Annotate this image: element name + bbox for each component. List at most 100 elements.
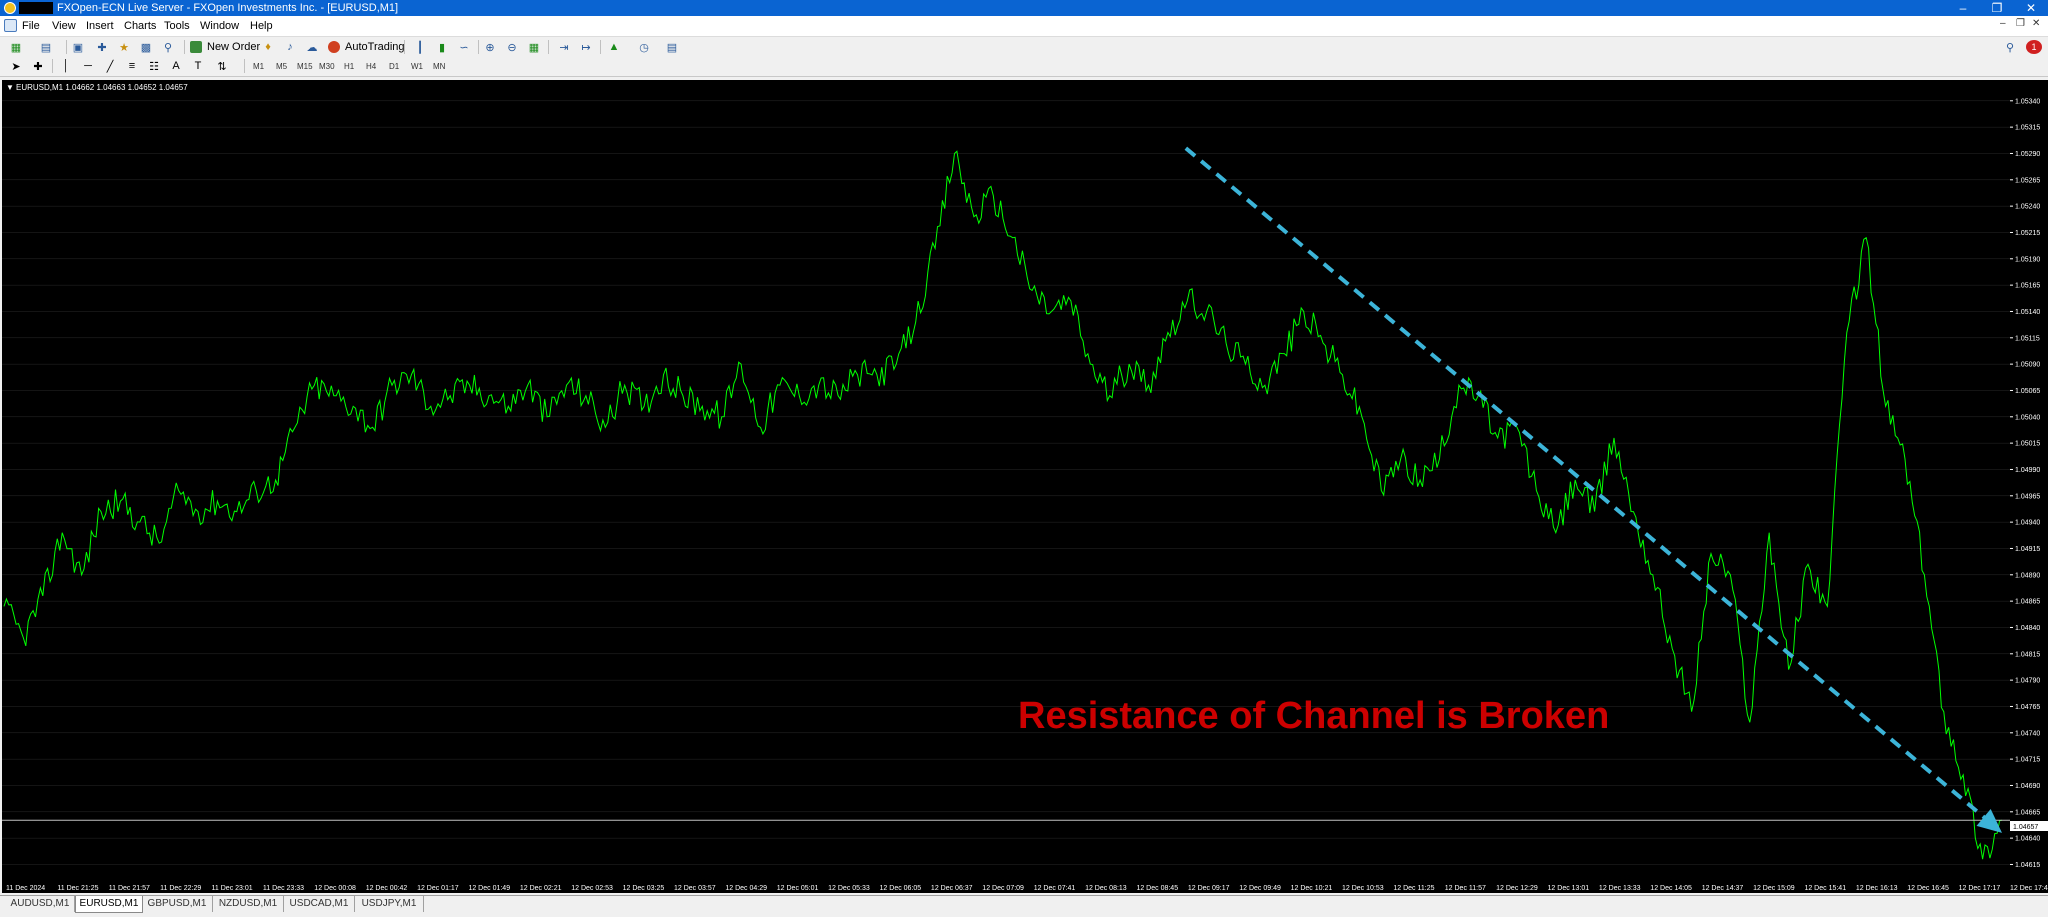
text-label-icon[interactable]: T bbox=[190, 59, 206, 73]
trendline-icon[interactable]: ╱ bbox=[102, 59, 118, 73]
drawing-toolbar: ➤ ✚ │ ─ ╱ ≡ ☷ A T ⇅ M1 M5 M15 M30 H1 H4 … bbox=[0, 58, 2048, 77]
tile-windows-icon[interactable]: ▦ bbox=[526, 40, 542, 54]
auto-scroll-icon[interactable]: ⇥ bbox=[556, 40, 572, 54]
timeframe-h4[interactable]: H4 bbox=[366, 61, 376, 73]
time-tick-label: 12 Dec 07:09 bbox=[982, 885, 1024, 892]
tab-usdjpy[interactable]: USDJPY,M1 bbox=[355, 896, 424, 912]
price-tick-label: 1.04940 bbox=[2015, 520, 2040, 527]
tab-nzdusd[interactable]: NZDUSD,M1 bbox=[213, 896, 284, 912]
timeframe-m1[interactable]: M1 bbox=[253, 61, 264, 73]
notifications-badge[interactable]: 1 bbox=[2026, 40, 2042, 54]
price-tick-label: 1.04690 bbox=[2015, 783, 2040, 790]
timeframe-m30[interactable]: M30 bbox=[319, 61, 335, 73]
zoom-in-icon[interactable]: ⊕ bbox=[482, 40, 498, 54]
menu-charts[interactable]: Charts bbox=[124, 19, 156, 33]
templates-icon[interactable]: ▤ bbox=[664, 40, 680, 54]
search-icon[interactable]: ⚲ bbox=[2002, 40, 2018, 54]
periods-icon[interactable]: ◷ bbox=[636, 40, 652, 54]
fibonacci-icon[interactable]: ☷ bbox=[146, 59, 162, 73]
text-icon[interactable]: A bbox=[168, 59, 184, 73]
time-tick-label: 12 Dec 00:42 bbox=[366, 885, 408, 892]
timeframe-mn[interactable]: MN bbox=[433, 61, 445, 73]
new-order-button[interactable]: New Order bbox=[190, 39, 260, 55]
separator bbox=[548, 40, 549, 54]
separator bbox=[66, 40, 67, 54]
menu-help[interactable]: Help bbox=[250, 19, 273, 33]
time-tick-label: 12 Dec 17:49 bbox=[2010, 885, 2048, 892]
menu-window[interactable]: Window bbox=[200, 19, 239, 33]
menu-insert[interactable]: Insert bbox=[86, 19, 114, 33]
tab-usdcad[interactable]: USDCAD,M1 bbox=[284, 896, 355, 912]
zoom-out-icon[interactable]: ⊖ bbox=[504, 40, 520, 54]
bar-chart-icon[interactable]: ┃ bbox=[412, 40, 428, 54]
time-axis: 11 Dec 2024 11 Dec 21:25 11 Dec 21:57 11 De… bbox=[2, 880, 2048, 893]
mdi-close-button[interactable]: ✕ bbox=[2032, 18, 2040, 29]
indicators-icon[interactable]: ▲ bbox=[606, 40, 622, 54]
price-tick-label: 1.04740 bbox=[2015, 730, 2040, 737]
timeframe-h1[interactable]: H1 bbox=[344, 61, 354, 73]
menu-tools[interactable]: Tools bbox=[164, 19, 190, 33]
cursor-icon[interactable]: ➤ bbox=[8, 59, 24, 73]
market-watch-icon[interactable]: ▣ bbox=[70, 40, 86, 54]
terminal-icon[interactable]: ▩ bbox=[138, 40, 154, 54]
line-chart-icon[interactable]: ∽ bbox=[456, 40, 472, 54]
arrows-icon[interactable]: ⇅ bbox=[214, 59, 230, 73]
timeframe-w1[interactable]: W1 bbox=[411, 61, 423, 73]
time-tick-label: 12 Dec 15:41 bbox=[1804, 885, 1846, 892]
navigator-icon[interactable]: ★ bbox=[116, 40, 132, 54]
new-chart-icon[interactable]: ▦ bbox=[8, 40, 24, 54]
timeframe-m15[interactable]: M15 bbox=[297, 61, 313, 73]
menu-view[interactable]: View bbox=[52, 19, 76, 33]
minimize-button[interactable]: – bbox=[1946, 0, 1980, 16]
candlestick-icon[interactable]: ▮ bbox=[434, 40, 450, 54]
profiles-icon[interactable]: ▤ bbox=[38, 40, 54, 54]
crosshair-icon[interactable]: ✚ bbox=[30, 59, 46, 73]
time-tick-label: 12 Dec 13:33 bbox=[1599, 885, 1641, 892]
price-chart[interactable]: ▼ EURUSD,M1 1.04662 1.04663 1.04652 1.04… bbox=[2, 80, 2010, 880]
strategy-tester-icon[interactable]: ⚲ bbox=[160, 40, 176, 54]
autotrading-button[interactable]: AutoTrading bbox=[328, 39, 405, 55]
grid bbox=[2, 100, 2010, 865]
price-tick-label: 1.05140 bbox=[2015, 309, 2040, 316]
time-tick-label: 12 Dec 06:05 bbox=[880, 885, 922, 892]
data-window-icon[interactable]: ✚ bbox=[94, 40, 110, 54]
time-tick-label: 12 Dec 05:33 bbox=[828, 885, 870, 892]
timeframe-m5[interactable]: M5 bbox=[276, 61, 287, 73]
price-tick-label: 1.05115 bbox=[2015, 335, 2040, 342]
price-tick-label: 1.05240 bbox=[2015, 204, 2040, 211]
equidistant-channel-icon[interactable]: ≡ bbox=[124, 59, 140, 73]
time-tick-label: 11 Dec 21:25 bbox=[57, 885, 98, 892]
chart-window-icon[interactable] bbox=[4, 19, 17, 32]
tab-gbpusd[interactable]: GBPUSD,M1 bbox=[142, 896, 213, 912]
price-tick-label: 1.04640 bbox=[2015, 836, 2040, 843]
market-icon[interactable]: ♦ bbox=[260, 40, 276, 54]
chart-canvas[interactable]: ▼ EURUSD,M1 1.04662 1.04663 1.04652 1.04… bbox=[2, 80, 2010, 880]
menu-file[interactable]: File bbox=[22, 19, 40, 33]
price-tick-label: 1.04965 bbox=[2015, 493, 2040, 500]
chart-shift-icon[interactable]: ↦ bbox=[578, 40, 594, 54]
mdi-restore-button[interactable]: ❐ bbox=[2016, 18, 2025, 29]
maximize-button[interactable]: ❐ bbox=[1980, 0, 2014, 16]
vps-icon[interactable]: ☁ bbox=[304, 40, 320, 54]
horizontal-line-icon[interactable]: ─ bbox=[80, 59, 96, 73]
price-tick-label: 1.05265 bbox=[2015, 177, 2040, 184]
mdi-minimize-button[interactable]: – bbox=[2000, 18, 2006, 29]
tab-eurusd[interactable]: EURUSD,M1 bbox=[75, 896, 143, 913]
price-tick-label: 1.04815 bbox=[2015, 651, 2040, 658]
close-button[interactable]: ✕ bbox=[2014, 0, 2048, 16]
time-tick-label: 12 Dec 00:08 bbox=[314, 885, 356, 892]
chart-info-label: EURUSD,M1 1.04662 1.04663 1.04652 1.0465… bbox=[16, 83, 188, 92]
chart-info-triangle-icon: ▼ bbox=[6, 83, 14, 92]
price-tick-label: 1.04615 bbox=[2015, 862, 2040, 869]
annotation-text[interactable]: Resistance of Channel is Broken bbox=[1018, 695, 1609, 737]
signals-icon[interactable]: ♪ bbox=[282, 40, 298, 54]
price-tick-label: 1.04715 bbox=[2015, 757, 2040, 764]
separator bbox=[600, 40, 601, 54]
price-axis: 1.05340 1.05315 1.05290 1.05265 1.05240 1.052… bbox=[2010, 80, 2048, 880]
timeframe-d1[interactable]: D1 bbox=[389, 61, 399, 73]
vertical-line-icon[interactable]: │ bbox=[58, 59, 74, 73]
time-tick-label: 11 Dec 23:01 bbox=[212, 885, 253, 892]
tab-audusd[interactable]: AUDUSD,M1 bbox=[6, 896, 75, 912]
separator bbox=[52, 59, 53, 73]
time-tick-label: 12 Dec 08:13 bbox=[1085, 885, 1127, 892]
